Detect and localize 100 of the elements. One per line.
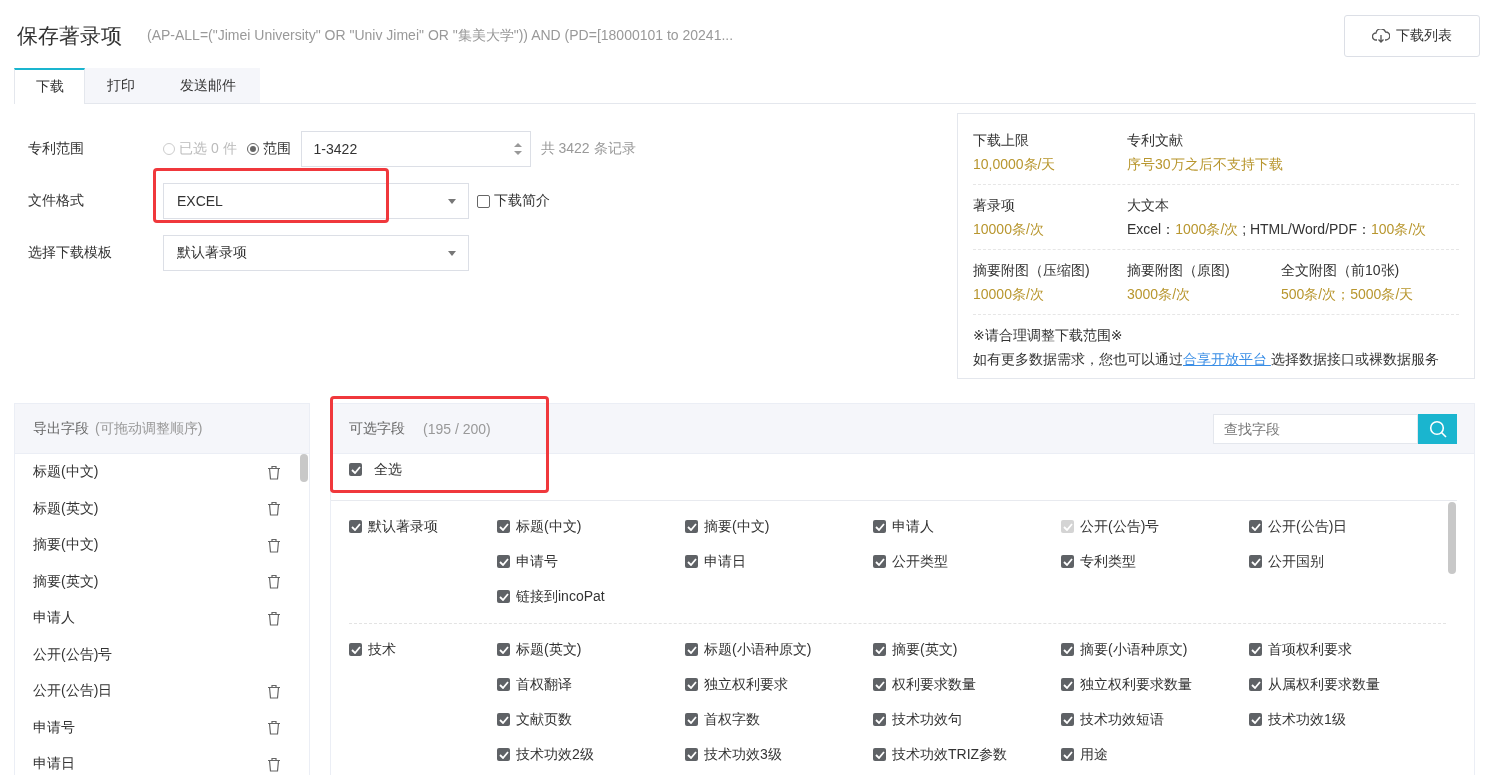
checkbox[interactable] xyxy=(685,678,698,691)
checkbox[interactable] xyxy=(685,713,698,726)
checkbox[interactable] xyxy=(497,643,510,656)
export-field[interactable]: 申请人 xyxy=(33,609,75,628)
tab[interactable]: 下载 xyxy=(14,68,85,104)
search-icon xyxy=(1428,419,1447,438)
checkbox[interactable] xyxy=(1061,713,1074,726)
checkbox-label: 权利要求数量 xyxy=(892,675,976,694)
checkbox-label: 下载简介 xyxy=(494,192,550,210)
export-field[interactable]: 申请日 xyxy=(33,755,75,774)
radio-button[interactable] xyxy=(246,143,259,155)
trash-icon[interactable] xyxy=(267,537,281,553)
checkbox[interactable] xyxy=(497,590,510,603)
checkbox[interactable] xyxy=(497,678,510,691)
checkbox-label: 公开国别 xyxy=(1268,552,1324,571)
export-field[interactable]: 摘要(中文) xyxy=(33,536,99,555)
checkbox-label: 申请号 xyxy=(516,552,558,571)
trash-icon[interactable] xyxy=(267,574,281,590)
tab[interactable]: 发送邮件 xyxy=(156,68,260,103)
limit-label: 专利文献 xyxy=(1127,131,1184,150)
record-total: 共 3422 条记录 xyxy=(540,140,636,158)
checkbox-label: 首权翻译 xyxy=(516,675,572,694)
panel-title: 可选字段 xyxy=(349,419,405,438)
checkbox[interactable] xyxy=(873,555,886,568)
field-label: 文件格式 xyxy=(28,192,85,210)
checkbox[interactable] xyxy=(497,555,510,568)
tab[interactable]: 打印 xyxy=(85,68,156,103)
checkbox[interactable] xyxy=(873,678,886,691)
checkbox[interactable] xyxy=(497,520,510,533)
export-field[interactable]: 申请号 xyxy=(33,718,75,737)
checkbox-label: 摘要(小语种原文) xyxy=(1080,640,1188,659)
search-field[interactable]: 查找字段 xyxy=(1213,413,1418,444)
range-input[interactable]: 1-3422 xyxy=(300,131,531,167)
checkbox-label: 技术功效3级 xyxy=(704,745,782,764)
checkbox[interactable] xyxy=(873,520,886,533)
template-select[interactable]: 默认著录项 xyxy=(163,235,469,271)
checkbox[interactable] xyxy=(1061,678,1074,691)
checkbox-label: 从属权利要求数量 xyxy=(1268,675,1380,694)
checkbox[interactable] xyxy=(497,713,510,726)
platform-link[interactable]: 合享开放平台 xyxy=(1183,351,1271,367)
limit-label: 摘要附图（原图) xyxy=(1127,261,1231,280)
checkbox[interactable] xyxy=(497,748,510,761)
format-select[interactable]: EXCEL xyxy=(163,183,469,219)
search-query: (AP-ALL=("Jimei University" OR "Univ Jimei" OR "集美大学")) AND (PD=[18000101 to 20241... xyxy=(147,27,734,45)
field-label: 选择下载模板 xyxy=(28,244,113,262)
checkbox[interactable] xyxy=(873,643,886,656)
checkbox-label: 技术功效短语 xyxy=(1080,710,1164,729)
limit-value: 序号30万之后不支持下载 xyxy=(1127,155,1281,174)
checkbox[interactable] xyxy=(685,520,698,533)
checkbox-label: 公开(公告)日 xyxy=(1268,517,1348,536)
notice-text: 如有更多数据需求，您也可以通过合享开放平台 选择数据接口或裸数据服务 xyxy=(973,350,1440,369)
checkbox[interactable] xyxy=(1249,643,1262,656)
trash-icon[interactable] xyxy=(267,683,281,699)
limit-label: 全文附图（前10张) xyxy=(1281,261,1401,280)
spinner-icon[interactable] xyxy=(513,142,522,156)
checkbox[interactable] xyxy=(685,555,698,568)
checkbox[interactable] xyxy=(1249,713,1262,726)
checkbox[interactable] xyxy=(873,713,886,726)
trash-icon[interactable] xyxy=(267,720,281,736)
checkbox-label: 技术功效句 xyxy=(892,710,962,729)
trash-icon[interactable] xyxy=(267,756,281,772)
checkbox-label: 链接到incoPat xyxy=(516,587,605,606)
checkbox[interactable] xyxy=(1249,555,1262,568)
checkbox[interactable] xyxy=(349,463,362,476)
checkbox-label: 首项权利要求 xyxy=(1268,640,1352,659)
export-field[interactable]: 公开(公告)日 xyxy=(33,682,113,701)
checkbox[interactable] xyxy=(349,643,362,656)
field-count: (195 / 200) xyxy=(423,420,491,437)
checkbox[interactable] xyxy=(1249,678,1262,691)
export-field[interactable]: 标题(中文) xyxy=(33,463,99,482)
checkbox[interactable] xyxy=(1061,748,1074,761)
checkbox[interactable] xyxy=(1061,643,1074,656)
limit-label: 摘要附图（压缩图) xyxy=(973,261,1091,280)
limit-label: 下载上限 xyxy=(973,131,1030,150)
export-field[interactable]: 标题(英文) xyxy=(33,499,99,518)
checkbox-label: 摘要(英文) xyxy=(892,640,958,659)
trash-icon[interactable] xyxy=(267,610,281,626)
export-field[interactable]: 公开(公告)号 xyxy=(33,645,113,664)
trash-icon[interactable] xyxy=(267,464,281,480)
radio-label: 范围 xyxy=(262,140,291,158)
checkbox[interactable] xyxy=(477,194,490,208)
scrollbar[interactable] xyxy=(1448,502,1456,574)
download-list-button[interactable]: 下载列表 xyxy=(1344,15,1480,57)
checkbox[interactable] xyxy=(349,520,362,533)
checkbox-label: 技术功效2级 xyxy=(516,745,594,764)
limit-value: 10,0000条/天 xyxy=(973,155,1057,174)
scrollbar[interactable] xyxy=(300,454,308,482)
checkbox-label: 技术功效1级 xyxy=(1268,710,1346,729)
export-field[interactable]: 摘要(英文) xyxy=(33,572,99,591)
checkbox-label: 独立权利要求 xyxy=(704,675,788,694)
checkbox-label: 标题(小语种原文) xyxy=(704,640,812,659)
field-label: 专利范围 xyxy=(28,140,85,158)
limit-label: 大文本 xyxy=(1127,196,1170,215)
checkbox-label: 标题(英文) xyxy=(516,640,582,659)
checkbox[interactable] xyxy=(685,748,698,761)
checkbox[interactable] xyxy=(1249,520,1262,533)
checkbox[interactable] xyxy=(873,748,886,761)
trash-icon[interactable] xyxy=(267,501,281,517)
checkbox[interactable] xyxy=(685,643,698,656)
checkbox[interactable] xyxy=(1061,555,1074,568)
